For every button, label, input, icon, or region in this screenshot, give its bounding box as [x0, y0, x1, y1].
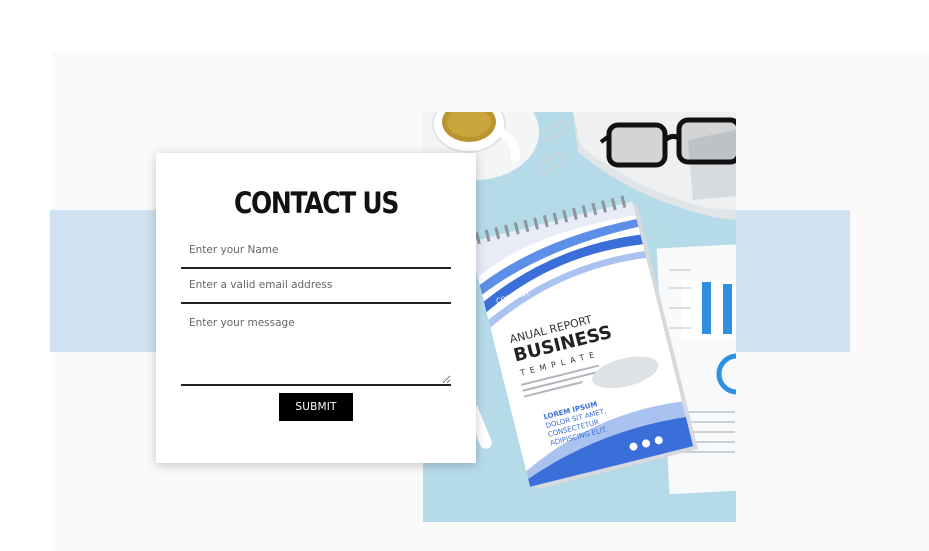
- contact-title: CONTACT US: [233, 186, 399, 220]
- email-input[interactable]: [181, 268, 451, 304]
- contact-form-card: CONTACT US SUBMIT: [156, 153, 476, 463]
- name-input[interactable]: [181, 233, 451, 269]
- submit-button[interactable]: SUBMIT: [279, 393, 353, 421]
- message-textarea[interactable]: [181, 303, 451, 386]
